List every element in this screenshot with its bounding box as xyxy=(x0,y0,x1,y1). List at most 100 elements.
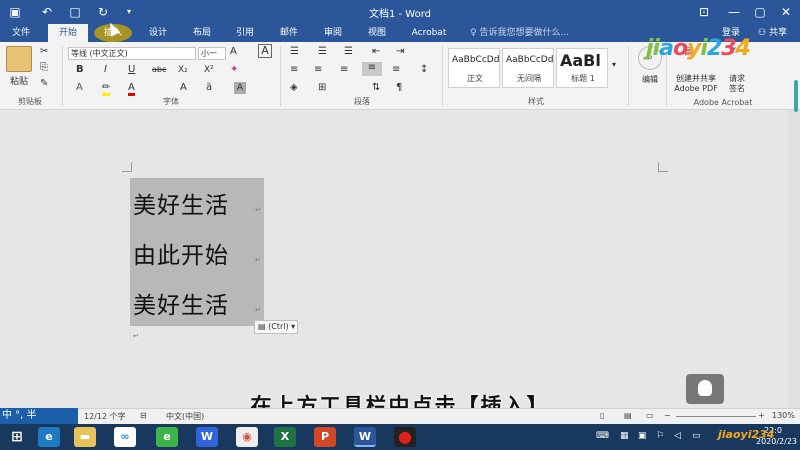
word-count[interactable]: 12/12 个字 xyxy=(84,411,126,422)
tab-review[interactable]: 审阅 xyxy=(316,24,350,42)
font-dialog-icon[interactable]: A xyxy=(258,44,272,58)
style-no-spacing[interactable]: AaBbCcDd 无间隔 xyxy=(502,48,554,88)
text-effects-icon[interactable]: ✦ xyxy=(230,64,238,75)
doc-line-3[interactable]: 美好生活 xyxy=(133,286,229,320)
italic-button[interactable]: I xyxy=(104,64,107,75)
grow-font-icon[interactable]: A xyxy=(230,46,237,57)
styles-more-icon[interactable]: ▾ xyxy=(612,60,616,69)
copy-icon[interactable]: ⎘ xyxy=(40,62,48,73)
numbering-icon[interactable]: ☰ xyxy=(318,46,327,57)
style-name: 正文 xyxy=(467,74,483,83)
editing-button[interactable]: 编辑 xyxy=(636,74,664,85)
char-border-icon[interactable]: A xyxy=(234,82,246,94)
tab-design[interactable]: 设计 xyxy=(140,24,176,42)
justify-icon[interactable]: ≡ xyxy=(362,62,382,76)
style-name: 标题 1 xyxy=(571,74,595,83)
baidu-netdisk-icon[interactable]: ∞ xyxy=(114,427,136,447)
distributed-icon[interactable]: ≡ xyxy=(392,64,400,75)
superscript-button[interactable]: X² xyxy=(204,65,214,75)
chrome-icon[interactable]: ◉ xyxy=(236,427,258,447)
tray-icon[interactable]: ⚐ xyxy=(656,431,664,441)
request-signature-button[interactable]: 请求 签名 xyxy=(724,74,750,94)
paste-icon[interactable] xyxy=(6,46,32,72)
tell-me-text: 告诉我您想要做什么... xyxy=(479,28,570,38)
tray-icon[interactable]: ▦ xyxy=(620,431,629,441)
format-painter-icon[interactable]: ✎ xyxy=(40,78,48,89)
strikethrough-button[interactable]: abc xyxy=(152,65,166,74)
borders-icon[interactable]: ⊞ xyxy=(318,82,326,93)
watermark-logo: jiaoyi234 xyxy=(718,428,775,441)
font-color-icon[interactable]: A xyxy=(128,82,135,96)
doc-line-1[interactable]: 美好生活 xyxy=(133,186,229,220)
ie-icon[interactable]: e xyxy=(38,427,60,447)
file-explorer-icon[interactable]: ▬ xyxy=(74,427,96,447)
paste-button[interactable]: 粘贴 xyxy=(6,74,32,87)
doc-line-2[interactable]: 由此开始 xyxy=(133,236,229,270)
align-center-icon[interactable]: ≡ xyxy=(314,64,322,75)
align-right-icon[interactable]: ≡ xyxy=(340,64,348,75)
clipboard-icon: ▤ xyxy=(258,322,269,331)
font-name-combo[interactable]: 等线 (中文正文) xyxy=(68,47,196,60)
text-effects-button-icon[interactable]: A xyxy=(76,82,83,93)
read-mode-icon[interactable]: ▯ xyxy=(600,411,604,420)
wps-icon[interactable]: W xyxy=(196,427,218,447)
tab-home[interactable]: 开始 xyxy=(48,24,88,42)
scroll-handle[interactable] xyxy=(794,80,798,112)
vertical-scrollbar[interactable] xyxy=(788,110,800,408)
proofing-icon[interactable]: ⊟ xyxy=(140,411,147,420)
language-indicator[interactable]: 中文(中国) xyxy=(166,411,204,422)
sort-icon[interactable]: ⇅ xyxy=(372,82,380,93)
close-button[interactable]: ✕ xyxy=(774,2,798,22)
decrease-indent-icon[interactable]: ⇤ xyxy=(372,46,380,57)
browser-icon[interactable]: e xyxy=(156,427,178,447)
network-icon[interactable]: ▭ xyxy=(692,431,701,441)
tab-acrobat[interactable]: Acrobat xyxy=(404,24,454,42)
share-button[interactable]: ⚇ 共享 xyxy=(758,24,787,42)
tray-icon[interactable]: ▣ xyxy=(638,431,647,441)
web-layout-icon[interactable]: ▭ xyxy=(646,411,654,420)
minimize-button[interactable]: — xyxy=(722,2,746,22)
char-shading-icon[interactable]: A xyxy=(180,82,187,93)
zoom-out-icon[interactable]: − xyxy=(664,411,671,420)
tab-mailings[interactable]: 邮件 xyxy=(272,24,306,42)
tab-layout[interactable]: 布局 xyxy=(184,24,220,42)
tab-view[interactable]: 视图 xyxy=(360,24,394,42)
style-normal[interactable]: AaBbCcDd 正文 xyxy=(448,48,500,88)
font-size-combo[interactable]: 小一 xyxy=(198,47,226,60)
ribbon-display-options-icon[interactable]: ⊡ xyxy=(692,2,716,22)
zoom-in-icon[interactable]: + xyxy=(758,411,765,420)
word-icon[interactable]: W xyxy=(354,427,376,447)
highlight-icon[interactable]: ✏ xyxy=(102,82,111,96)
show-marks-icon[interactable]: ¶ xyxy=(396,82,402,93)
shading-icon[interactable]: ◈ xyxy=(290,82,298,93)
zoom-level[interactable]: 130% xyxy=(772,411,795,420)
increase-indent-icon[interactable]: ⇥ xyxy=(396,46,404,57)
zoom-slider[interactable] xyxy=(676,416,756,417)
paste-options-button[interactable]: ▤ (Ctrl) ▾ xyxy=(254,320,298,334)
subscript-button[interactable]: X₂ xyxy=(178,65,188,75)
tab-references[interactable]: 引用 xyxy=(228,24,262,42)
print-layout-icon[interactable]: ▤ xyxy=(624,411,632,420)
cut-icon[interactable]: ✂ xyxy=(40,46,48,57)
keyboard-icon[interactable]: ⌨ xyxy=(596,431,609,441)
excel-icon[interactable]: X xyxy=(274,427,296,447)
tell-me-box[interactable]: ♀ 告诉我您想要做什么... xyxy=(470,26,569,40)
tab-file[interactable]: 文件 xyxy=(6,24,36,42)
bold-button[interactable]: B xyxy=(76,64,84,75)
phonetic-guide-icon[interactable]: ä xyxy=(206,82,212,93)
line-spacing-icon[interactable]: ↕ xyxy=(420,64,428,75)
create-share-pdf-button[interactable]: 创建并共享 Adobe PDF xyxy=(668,74,724,94)
recorder-icon[interactable]: ● xyxy=(394,427,416,447)
maximize-button[interactable]: ▢ xyxy=(748,2,772,22)
align-left-icon[interactable]: ≡ xyxy=(290,64,298,75)
paragraph-mark: ↵ xyxy=(255,256,261,264)
multilevel-list-icon[interactable]: ☰ xyxy=(344,46,353,57)
chevron-down-icon: ▾ xyxy=(288,322,296,331)
volume-icon[interactable]: ◁ xyxy=(674,431,681,441)
style-heading-1[interactable]: AaBl 标题 1 xyxy=(556,48,608,88)
powerpoint-icon[interactable]: P xyxy=(314,427,336,447)
ime-indicator[interactable]: 中 °, 半 xyxy=(0,408,78,424)
start-icon[interactable]: ⊞ xyxy=(6,427,28,447)
bullets-icon[interactable]: ☰ xyxy=(290,46,299,57)
underline-button[interactable]: U xyxy=(128,64,135,75)
